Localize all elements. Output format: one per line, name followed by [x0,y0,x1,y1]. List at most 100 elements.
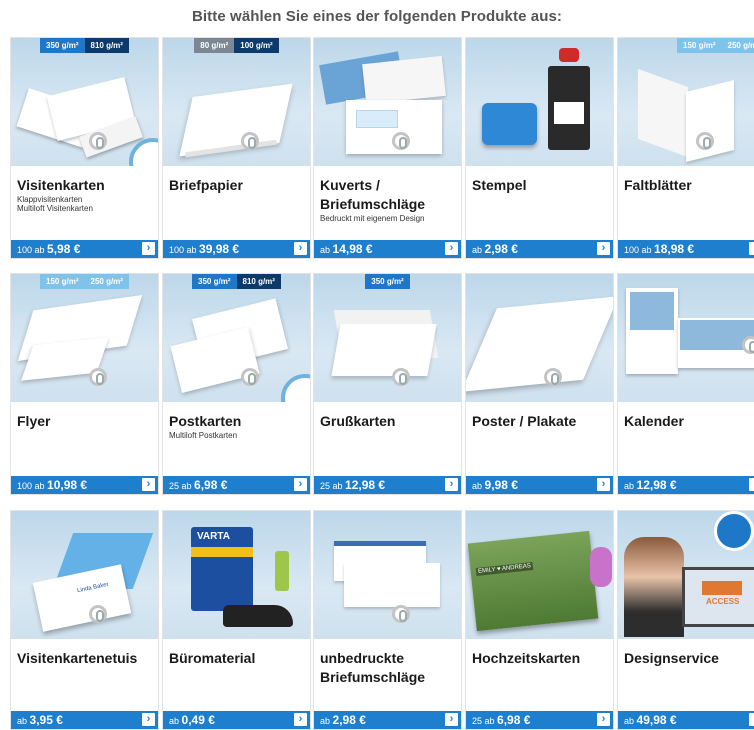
chevron-right-icon[interactable]: › [445,242,458,255]
chevron-right-icon[interactable]: › [597,242,610,255]
price-bar[interactable]: ab 12,98 € › [618,476,754,494]
product-image[interactable] [314,38,461,166]
product-title[interactable]: Designservice [624,649,754,668]
product-card[interactable]: Kalender ab 12,98 € › [617,273,754,495]
product-title-text[interactable]: Faltblätter [624,177,692,193]
chevron-right-icon[interactable]: › [294,242,307,255]
product-image[interactable]: 150 g/m²250 g/m² [618,38,754,166]
product-title[interactable]: Poster / Plakate [472,412,610,431]
price-bar[interactable]: 100 ab 18,98 € › [618,240,754,258]
product-title[interactable]: Visitenkarten Klappvisitenkarten Multiloft… [17,176,155,213]
product-title-text[interactable]: Visitenkarten [17,177,105,193]
price-value: 12,98 € [345,478,386,492]
product-title[interactable]: Hochzeitskarten [472,649,610,668]
product-image[interactable] [618,274,754,402]
product-title-text[interactable]: Stempel [472,177,526,193]
product-title-text[interactable]: Grußkarten [320,413,395,429]
chevron-right-icon[interactable]: › [749,242,754,255]
price-bar[interactable]: ab 2,98 € › [314,711,461,729]
product-title-text[interactable]: Flyer [17,413,50,429]
product-title-text[interactable]: Büromaterial [169,650,255,666]
product-card[interactable]: EMILY ♥ ANDREAS Hochzeitskarten 25 ab 6,98… [465,510,614,730]
product-title[interactable]: Faltblätter [624,176,754,195]
product-card[interactable]: VARTA Büromaterial ab 0,49 € › [162,510,311,730]
weight-badge: 810 g/m² [84,38,129,53]
product-image[interactable]: Linda Baker [11,511,158,639]
product-title[interactable]: Stempel [472,176,610,195]
price-bar[interactable]: ab 9,98 € › [466,476,613,494]
product-title-text[interactable]: unbedruckte Briefumschläge [320,650,425,685]
chevron-right-icon[interactable]: › [749,478,754,491]
chevron-right-icon[interactable]: › [749,713,754,726]
multiloft-corner [281,374,310,402]
product-card[interactable]: 80 g/m² 100 g/m² Briefpapier 100 ab 39,98 €… [162,37,311,259]
price-bar[interactable]: 25 ab 12,98 € › [314,476,461,494]
chevron-right-icon[interactable]: › [597,713,610,726]
product-title-text[interactable]: Visitenkartenetuis [17,650,137,666]
product-image[interactable]: 350 g/m² 810 g/m² [11,38,158,166]
price-value: 6,98 € [497,713,531,727]
product-image[interactable] [466,38,613,166]
product-title-text[interactable]: Postkarten [169,413,241,429]
price-bar[interactable]: 100 ab 39,98 € › [163,240,310,258]
product-image[interactable]: 350 g/m² 810 g/m² [163,274,310,402]
product-card[interactable]: Poster / Plakate ab 9,98 € › [465,273,614,495]
chevron-right-icon[interactable]: › [142,242,155,255]
product-title[interactable]: Kalender [624,412,754,431]
price-bar[interactable]: 100 ab 5,98 € › [11,240,158,258]
product-title[interactable]: Grußkarten [320,412,458,431]
price-bar[interactable]: ab 0,49 € › [163,711,310,729]
price-value: 0,49 € [181,713,215,727]
product-title[interactable]: Postkarten Multiloft Postkarten [169,412,307,440]
brand-logo-icon [392,368,410,386]
chevron-right-icon[interactable]: › [294,713,307,726]
product-card[interactable]: Stempel ab 2,98 € › [465,37,614,259]
product-title-text[interactable]: Kalender [624,413,684,429]
price-value: 18,98 € [654,242,695,256]
product-title[interactable]: Briefpapier [169,176,307,195]
brand-logo-icon [89,368,107,386]
chevron-right-icon[interactable]: › [294,478,307,491]
product-card[interactable]: ACCESS Designservice ab 49,98 € › [617,510,754,730]
chevron-right-icon[interactable]: › [142,713,155,726]
product-image[interactable]: VARTA [163,511,310,639]
product-card[interactable]: Linda Baker Visitenkartenetuis ab 3,95 € › [10,510,159,730]
chevron-right-icon[interactable]: › [597,478,610,491]
product-image[interactable]: 350 g/m² [314,274,461,402]
price-quantity: 25 ab [320,481,346,491]
product-card[interactable]: 150 g/m² 250 g/m² Flyer 100 ab 10,98 € › [10,273,159,495]
price-bar[interactable]: 100 ab 10,98 € › [11,476,158,494]
product-title-text[interactable]: Designservice [624,650,719,666]
product-title[interactable]: Kuverts / Briefumschläge Bedruckt mit eig… [320,176,458,223]
product-title[interactable]: Flyer [17,412,155,431]
price-bar[interactable]: ab 14,98 € › [314,240,461,258]
product-card[interactable]: 150 g/m²250 g/m² Faltblätter 100 ab 18,98 … [617,37,754,259]
price-bar[interactable]: 25 ab 6,98 € › [466,711,613,729]
chevron-right-icon[interactable]: › [142,478,155,491]
product-title[interactable]: Visitenkartenetuis [17,649,155,668]
product-image[interactable]: 150 g/m²250 g/m² [11,274,158,402]
price-bar[interactable]: ab 2,98 € › [466,240,613,258]
product-title[interactable]: unbedruckte Briefumschläge [320,649,458,687]
product-title-text[interactable]: Poster / Plakate [472,413,576,429]
product-card[interactable]: 350 g/m² Grußkarten 25 ab 12,98 € › [313,273,462,495]
product-card[interactable]: 350 g/m² 810 g/m² Visitenkarten Klappvisite… [10,37,159,259]
product-title-text[interactable]: Kuverts / Briefumschläge [320,177,425,212]
product-image[interactable] [466,274,613,402]
chevron-right-icon[interactable]: › [445,713,458,726]
price-quantity: ab [320,716,333,726]
price-bar[interactable]: ab 49,98 € › [618,711,754,729]
product-card[interactable]: 350 g/m² 810 g/m² Postkarten Multiloft Post… [162,273,311,495]
product-card[interactable]: unbedruckte Briefumschläge ab 2,98 € › [313,510,462,730]
product-image[interactable]: ACCESS [618,511,754,639]
product-title[interactable]: Büromaterial [169,649,307,668]
chevron-right-icon[interactable]: › [445,478,458,491]
product-card[interactable]: Kuverts / Briefumschläge Bedruckt mit eig… [313,37,462,259]
price-bar[interactable]: ab 3,95 € › [11,711,158,729]
price-bar[interactable]: 25 ab 6,98 € › [163,476,310,494]
product-title-text[interactable]: Briefpapier [169,177,243,193]
product-image[interactable]: 80 g/m² 100 g/m² [163,38,310,166]
product-image[interactable] [314,511,461,639]
product-title-text[interactable]: Hochzeitskarten [472,650,580,666]
product-image[interactable]: EMILY ♥ ANDREAS [466,511,613,639]
